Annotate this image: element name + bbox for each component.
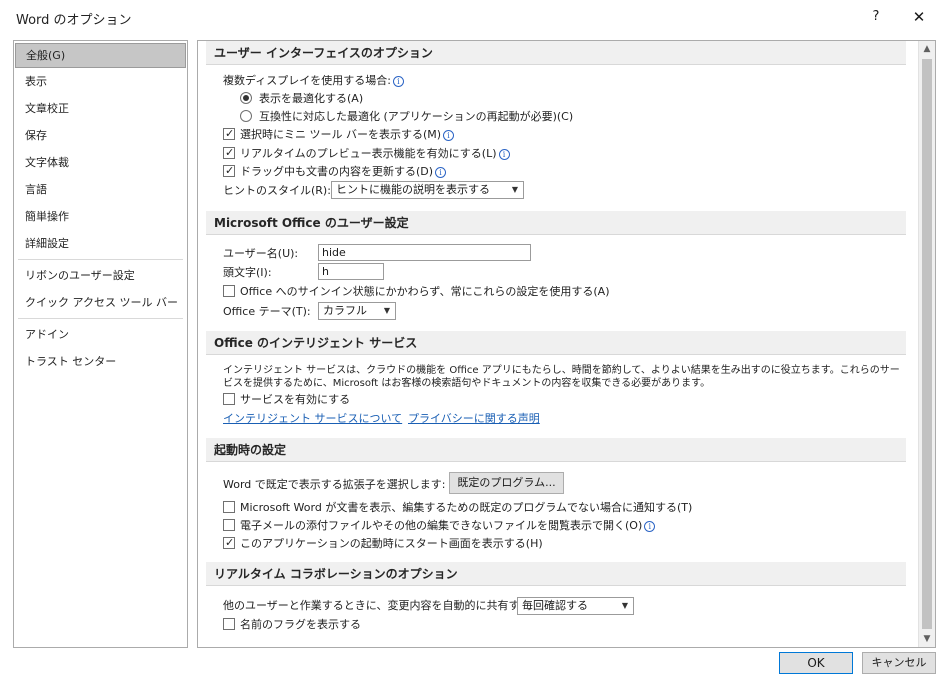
sidebar-item-trust-center[interactable]: トラスト センター <box>14 348 187 375</box>
sidebar-item-display[interactable]: 表示 <box>14 68 187 95</box>
radio-button-selected[interactable] <box>240 92 252 104</box>
select-value: 毎回確認する <box>522 599 588 612</box>
show-names-option[interactable]: 名前のフラグを表示する <box>223 617 361 633</box>
radio-button[interactable] <box>240 110 252 122</box>
show-start-screen-option[interactable]: このアプリケーションの起動時にスタート画面を表示する(H) <box>223 535 543 552</box>
initials-label: 頭文字(I): <box>223 266 272 279</box>
checkbox-label: Microsoft Word が文書を表示、編集するための既定のプログラムでない… <box>240 501 693 514</box>
office-theme-label: Office テーマ(T): <box>223 305 311 318</box>
update-document-option[interactable]: ドラッグ中も文書の内容を更新する(D)i <box>223 163 447 180</box>
section-title-office-user: Microsoft Office のユーザー設定 <box>206 211 906 235</box>
options-content-panel: ユーザー インターフェイスのオプション 複数ディスプレイを使用する場合: i 表示… <box>197 40 936 648</box>
default-programs-label: Word で既定で表示する拡張子を選択します: <box>223 478 446 491</box>
screentip-style-select[interactable]: ヒントに機能の説明を表示する ▼ <box>331 181 524 199</box>
checkbox-checked[interactable] <box>223 163 235 179</box>
sidebar-item-addins[interactable]: アドイン <box>14 321 187 348</box>
checkbox-checked[interactable] <box>223 535 235 551</box>
sidebar-item-accessibility[interactable]: 簡単操作 <box>14 203 187 230</box>
checkbox[interactable] <box>223 393 235 405</box>
checkbox-label: 名前のフラグを表示する <box>240 618 361 631</box>
section-title-startup: 起動時の設定 <box>206 438 906 462</box>
always-use-settings-option[interactable]: Office へのサインイン状態にかかわらず、常にこれらの設定を使用する(A) <box>223 284 610 300</box>
sidebar-divider <box>18 259 183 260</box>
chevron-down-icon: ▼ <box>511 185 518 194</box>
sidebar-item-language[interactable]: 言語 <box>14 176 187 203</box>
checkbox-checked[interactable] <box>223 126 235 142</box>
info-icon: i <box>392 76 404 87</box>
chevron-down-icon: ▼ <box>621 601 628 610</box>
sidebar-divider <box>18 318 183 319</box>
sidebar-item-advanced[interactable]: 詳細設定 <box>14 230 187 257</box>
intelligent-services-description: インテリジェント サービスは、クラウドの機能を Office アプリにもたらし、… <box>223 365 900 389</box>
info-icon: i <box>644 521 656 532</box>
sidebar-item-general[interactable]: 全般(G) <box>15 43 186 68</box>
checkbox-label: ドラッグ中も文書の内容を更新する(D) <box>240 165 434 178</box>
close-icon[interactable]: ✕ <box>908 6 930 28</box>
sidebar-item-save[interactable]: 保存 <box>14 122 187 149</box>
ok-button[interactable]: OK <box>779 652 853 674</box>
info-icon: i <box>443 130 455 141</box>
checkbox[interactable] <box>223 285 235 297</box>
checkbox[interactable] <box>223 519 235 531</box>
open-attachments-reading-option[interactable]: 電子メールの添付ファイルやその他の編集できないファイルを閲覧表示で開く(O) i <box>223 518 656 534</box>
default-programs-button[interactable]: 既定のプログラム... <box>449 472 564 494</box>
multi-display-row: 複数ディスプレイを使用する場合: i <box>223 73 404 89</box>
info-icon: i <box>435 167 447 178</box>
share-changes-select[interactable]: 毎回確認する ▼ <box>517 597 634 615</box>
screentip-label: ヒントのスタイル(R): <box>223 184 331 197</box>
scroll-up-arrow-icon[interactable]: ▲ <box>919 41 935 57</box>
section-title-intelligent-services: Office のインテリジェント サービス <box>206 331 906 355</box>
multi-display-label: 複数ディスプレイを使用する場合: <box>223 74 391 87</box>
radio-optimize-appearance[interactable]: 表示を最適化する(A) <box>240 91 363 107</box>
username-label: ユーザー名(U): <box>223 247 299 260</box>
checkbox[interactable] <box>223 501 235 513</box>
checkbox-label: 選択時にミニ ツール バーを表示する(M) <box>240 128 442 141</box>
title-bar: Word のオプション ? ✕ <box>0 0 943 36</box>
initials-input[interactable]: h <box>318 263 384 280</box>
checkbox[interactable] <box>223 618 235 630</box>
options-sidebar: 全般(G) 表示 文章校正 保存 文字体裁 言語 簡単操作 詳細設定 リボンのユ… <box>13 40 188 648</box>
sidebar-item-customize-ribbon[interactable]: リボンのユーザー設定 <box>14 262 187 289</box>
username-input[interactable]: hide <box>318 244 531 261</box>
radio-optimize-compat[interactable]: 互換性に対応した最適化 (アプリケーションの再起動が必要)(C) <box>240 109 573 125</box>
live-preview-option[interactable]: リアルタイムのプレビュー表示機能を有効にする(L)i <box>223 145 510 162</box>
window-title: Word のオプション <box>16 13 132 28</box>
checkbox-label: 電子メールの添付ファイルやその他の編集できないファイルを閲覧表示で開く(O) <box>240 519 643 532</box>
radio-label: 互換性に対応した最適化 (アプリケーションの再起動が必要)(C) <box>259 110 574 123</box>
section-title-realtime-collab: リアルタイム コラボレーションのオプション <box>206 562 906 586</box>
help-icon[interactable]: ? <box>866 6 886 28</box>
sidebar-item-typography[interactable]: 文字体裁 <box>14 149 187 176</box>
enable-services-option[interactable]: サービスを有効にする <box>223 392 350 408</box>
sidebar-item-quick-access[interactable]: クイック アクセス ツール バー <box>14 289 187 316</box>
checkbox-label: このアプリケーションの起動時にスタート画面を表示する(H) <box>240 537 543 550</box>
privacy-statement-link[interactable]: プライバシーに関する声明 <box>408 410 540 426</box>
sidebar-item-proofing[interactable]: 文章校正 <box>14 95 187 122</box>
checkbox-checked[interactable] <box>223 145 235 161</box>
section-title-ui: ユーザー インターフェイスのオプション <box>206 41 906 65</box>
office-theme-select[interactable]: カラフル ▼ <box>318 302 396 320</box>
about-intelligent-services-link[interactable]: インテリジェント サービスについて <box>223 410 402 426</box>
mini-toolbar-option[interactable]: 選択時にミニ ツール バーを表示する(M)i <box>223 126 455 143</box>
info-icon: i <box>498 149 510 160</box>
select-value: カラフル <box>323 304 367 317</box>
content-scrollbar[interactable]: ▲ ▼ <box>918 41 935 647</box>
checkbox-label: リアルタイムのプレビュー表示機能を有効にする(L) <box>240 147 497 160</box>
checkbox-label: サービスを有効にする <box>240 393 351 406</box>
chevron-down-icon: ▼ <box>383 306 390 315</box>
scroll-down-arrow-icon[interactable]: ▼ <box>919 631 935 647</box>
share-changes-label: 他のユーザーと作業するときに、変更内容を自動的に共有する: <box>223 599 535 612</box>
cancel-button[interactable]: キャンセル <box>862 652 936 674</box>
scroll-thumb[interactable] <box>922 59 932 629</box>
notify-not-default-option[interactable]: Microsoft Word が文書を表示、編集するための既定のプログラムでない… <box>223 500 692 516</box>
select-value: ヒントに機能の説明を表示する <box>336 183 490 196</box>
checkbox-label: Office へのサインイン状態にかかわらず、常にこれらの設定を使用する(A) <box>240 285 610 298</box>
radio-label: 表示を最適化する(A) <box>259 92 364 105</box>
